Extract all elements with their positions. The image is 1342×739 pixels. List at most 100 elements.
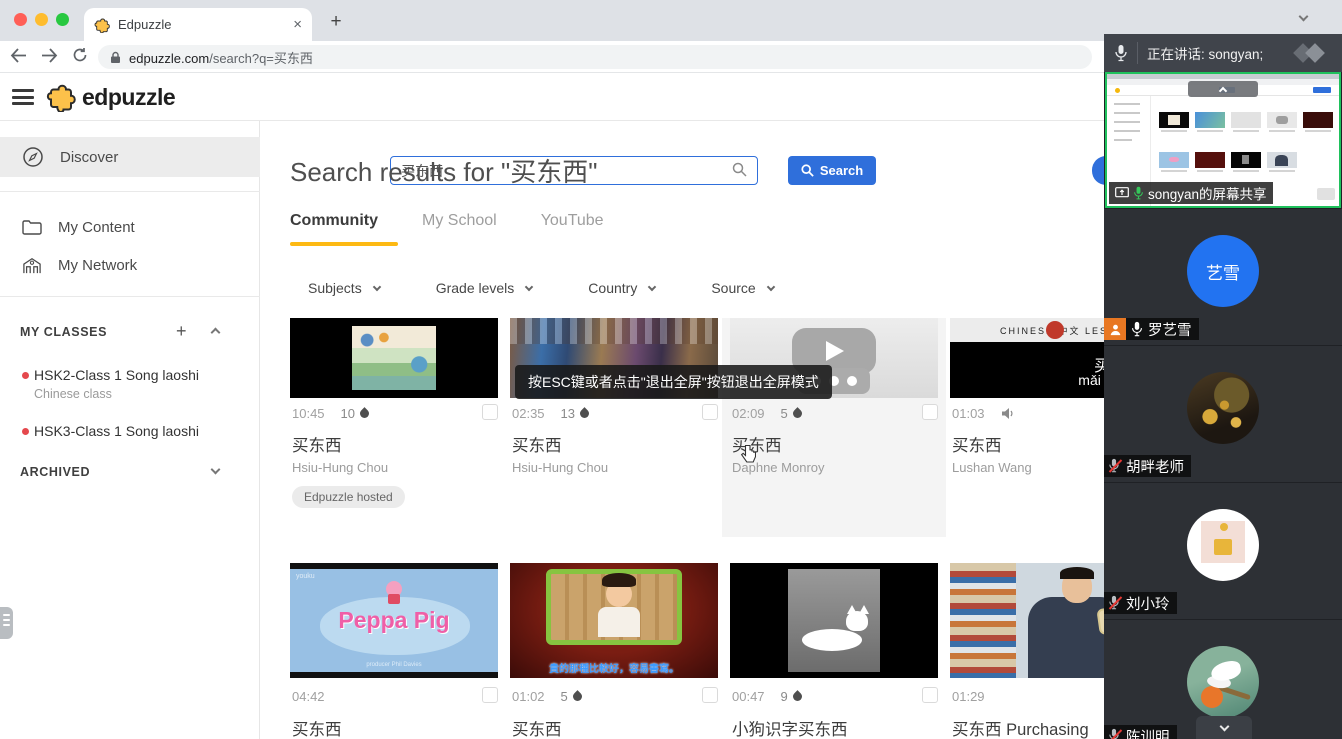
participant-tile[interactable]: 陈训明	[1104, 620, 1342, 739]
reload-button[interactable]	[72, 47, 88, 63]
video-title[interactable]: 小狗识字买东西	[732, 716, 848, 739]
participant-tile[interactable]: 刘小玲	[1104, 483, 1342, 619]
share-more-button[interactable]	[1317, 188, 1335, 200]
add-class-button[interactable]: +	[176, 321, 187, 342]
sidebar-item-label: My Content	[58, 219, 135, 236]
participant-name: 胡畔老师	[1126, 456, 1184, 477]
video-thumbnail[interactable]	[730, 563, 938, 678]
select-video-checkbox[interactable]	[482, 687, 498, 703]
participant-name: 刘小玲	[1126, 593, 1170, 614]
meeting-app-logo-icon	[1292, 42, 1332, 64]
class-color-dot	[22, 428, 29, 435]
select-video-checkbox[interactable]	[702, 687, 718, 703]
close-window-button[interactable]	[14, 13, 27, 26]
url-domain: edpuzzle.com	[129, 51, 209, 66]
search-button-icon	[801, 164, 814, 177]
new-tab-button[interactable]: +	[322, 8, 350, 36]
video-thumbnail[interactable]	[290, 318, 498, 398]
video-meta: 02:09 5	[732, 406, 940, 421]
exit-fullscreen-tooltip: 按ESC键或者点击"退出全屏"按钮退出全屏模式	[515, 365, 832, 399]
video-title[interactable]: 买东西 Purchasing	[952, 716, 1089, 739]
participant-tile[interactable]: 艺雪 罗艺雪	[1104, 209, 1342, 345]
tab-community[interactable]: Community	[290, 212, 378, 230]
edpuzzle-hosted-badge: Edpuzzle hosted	[292, 486, 405, 508]
questions-drop-icon	[571, 690, 584, 703]
class-item[interactable]: HSK3-Class 1 Song laoshi	[20, 423, 240, 439]
screen-share-preview[interactable]: songyan的屏幕共享	[1105, 72, 1341, 208]
archived-heading[interactable]: ARCHIVED	[20, 465, 90, 479]
sidebar: Discover My Content My Network MY CLASSE…	[0, 121, 260, 739]
screen-share-icon	[1115, 187, 1129, 199]
questions-drop-icon	[578, 407, 591, 420]
select-video-checkbox[interactable]	[922, 687, 938, 703]
share-controls-chevron-icon[interactable]	[1188, 81, 1258, 97]
select-video-checkbox[interactable]	[702, 404, 718, 420]
hand-cursor	[740, 444, 756, 464]
participant-tile[interactable]: 胡畔老师	[1104, 346, 1342, 482]
video-title[interactable]: 买东西	[952, 432, 1002, 456]
video-duration: 04:42	[292, 689, 325, 704]
tab-close-icon[interactable]: ×	[293, 16, 302, 33]
video-duration: 00:47	[732, 689, 765, 704]
video-title[interactable]: 买东西	[512, 716, 562, 739]
filter-country[interactable]: Country	[588, 280, 655, 296]
sidebar-item-label: My Network	[58, 257, 137, 274]
microphone-on-icon	[1133, 186, 1144, 200]
tab-search-chevron-icon[interactable]	[1299, 12, 1309, 22]
collapse-classes-chevron-icon[interactable]	[211, 328, 221, 338]
search-icon	[732, 162, 747, 177]
results-tabs: Community My School YouTube	[290, 212, 604, 230]
menu-icon[interactable]	[12, 89, 34, 105]
address-bar[interactable]: edpuzzle.com/search?q=买东西	[98, 45, 1092, 69]
browser-tab[interactable]: Edpuzzle ×	[84, 8, 312, 41]
sidebar-item-my-content[interactable]: My Content	[0, 207, 260, 247]
video-duration: 02:09	[732, 406, 765, 421]
class-item[interactable]: HSK2-Class 1 Song laoshi Chinese class	[20, 367, 240, 401]
sidebar-item-discover[interactable]: Discover	[0, 137, 260, 177]
expand-archived-chevron-icon[interactable]	[211, 465, 221, 475]
avatar	[1187, 646, 1259, 718]
search-button[interactable]: Search	[788, 156, 876, 185]
edpuzzle-logo[interactable]: edpuzzle	[46, 82, 175, 112]
video-thumbnail[interactable]: 貴的那種比較好，容易書寫。	[510, 563, 718, 678]
filter-bar: Subjects Grade levels Country Source	[308, 280, 774, 296]
filter-subjects[interactable]: Subjects	[308, 280, 380, 296]
video-meta: 10:45 10	[292, 406, 500, 421]
video-duration: 10:45	[292, 406, 325, 421]
select-video-checkbox[interactable]	[922, 404, 938, 420]
video-title[interactable]: 买东西	[292, 716, 342, 739]
edpuzzle-favicon-icon	[94, 17, 110, 33]
microphone-muted-icon	[1108, 595, 1122, 611]
question-count: 5	[781, 406, 788, 421]
back-button[interactable]	[10, 48, 27, 63]
participant-label: 胡畔老师	[1104, 455, 1191, 477]
screen-share-label: songyan的屏幕共享	[1109, 182, 1273, 204]
video-title[interactable]: 买东西	[512, 432, 562, 456]
drawer-handle[interactable]	[0, 607, 13, 639]
forward-button[interactable]	[41, 48, 58, 63]
filter-source[interactable]: Source	[711, 280, 773, 296]
audio-icon	[1001, 407, 1015, 420]
video-meta: 00:47 9	[732, 689, 940, 704]
video-duration: 01:03	[952, 406, 985, 421]
tab-youtube[interactable]: YouTube	[541, 212, 604, 230]
select-video-checkbox[interactable]	[482, 404, 498, 420]
video-title[interactable]: 买东西	[292, 432, 342, 456]
filter-grade-levels[interactable]: Grade levels	[436, 280, 533, 296]
share-label-text: songyan的屏幕共享	[1148, 183, 1267, 203]
thumbnail-credit-text: producer Phil Davies	[290, 662, 498, 668]
tab-title: Edpuzzle	[118, 17, 285, 32]
collapse-participants-button[interactable]	[1196, 716, 1252, 739]
tab-my-school[interactable]: My School	[422, 212, 497, 230]
question-count: 9	[781, 689, 788, 704]
thumbnail-watermark: youku	[296, 573, 315, 580]
active-tab-underline	[290, 242, 398, 246]
meeting-panel: 正在讲话: songyan; songyan的屏幕共享	[1104, 34, 1342, 739]
microphone-muted-icon	[1108, 458, 1122, 474]
sidebar-item-my-network[interactable]: My Network	[0, 245, 260, 285]
zoom-window-button[interactable]	[56, 13, 69, 26]
minimize-window-button[interactable]	[35, 13, 48, 26]
window-controls[interactable]	[14, 13, 69, 26]
video-thumbnail[interactable]: youku Peppa Pig producer Phil Davies	[290, 563, 498, 678]
video-meta: 04:42	[292, 689, 500, 704]
